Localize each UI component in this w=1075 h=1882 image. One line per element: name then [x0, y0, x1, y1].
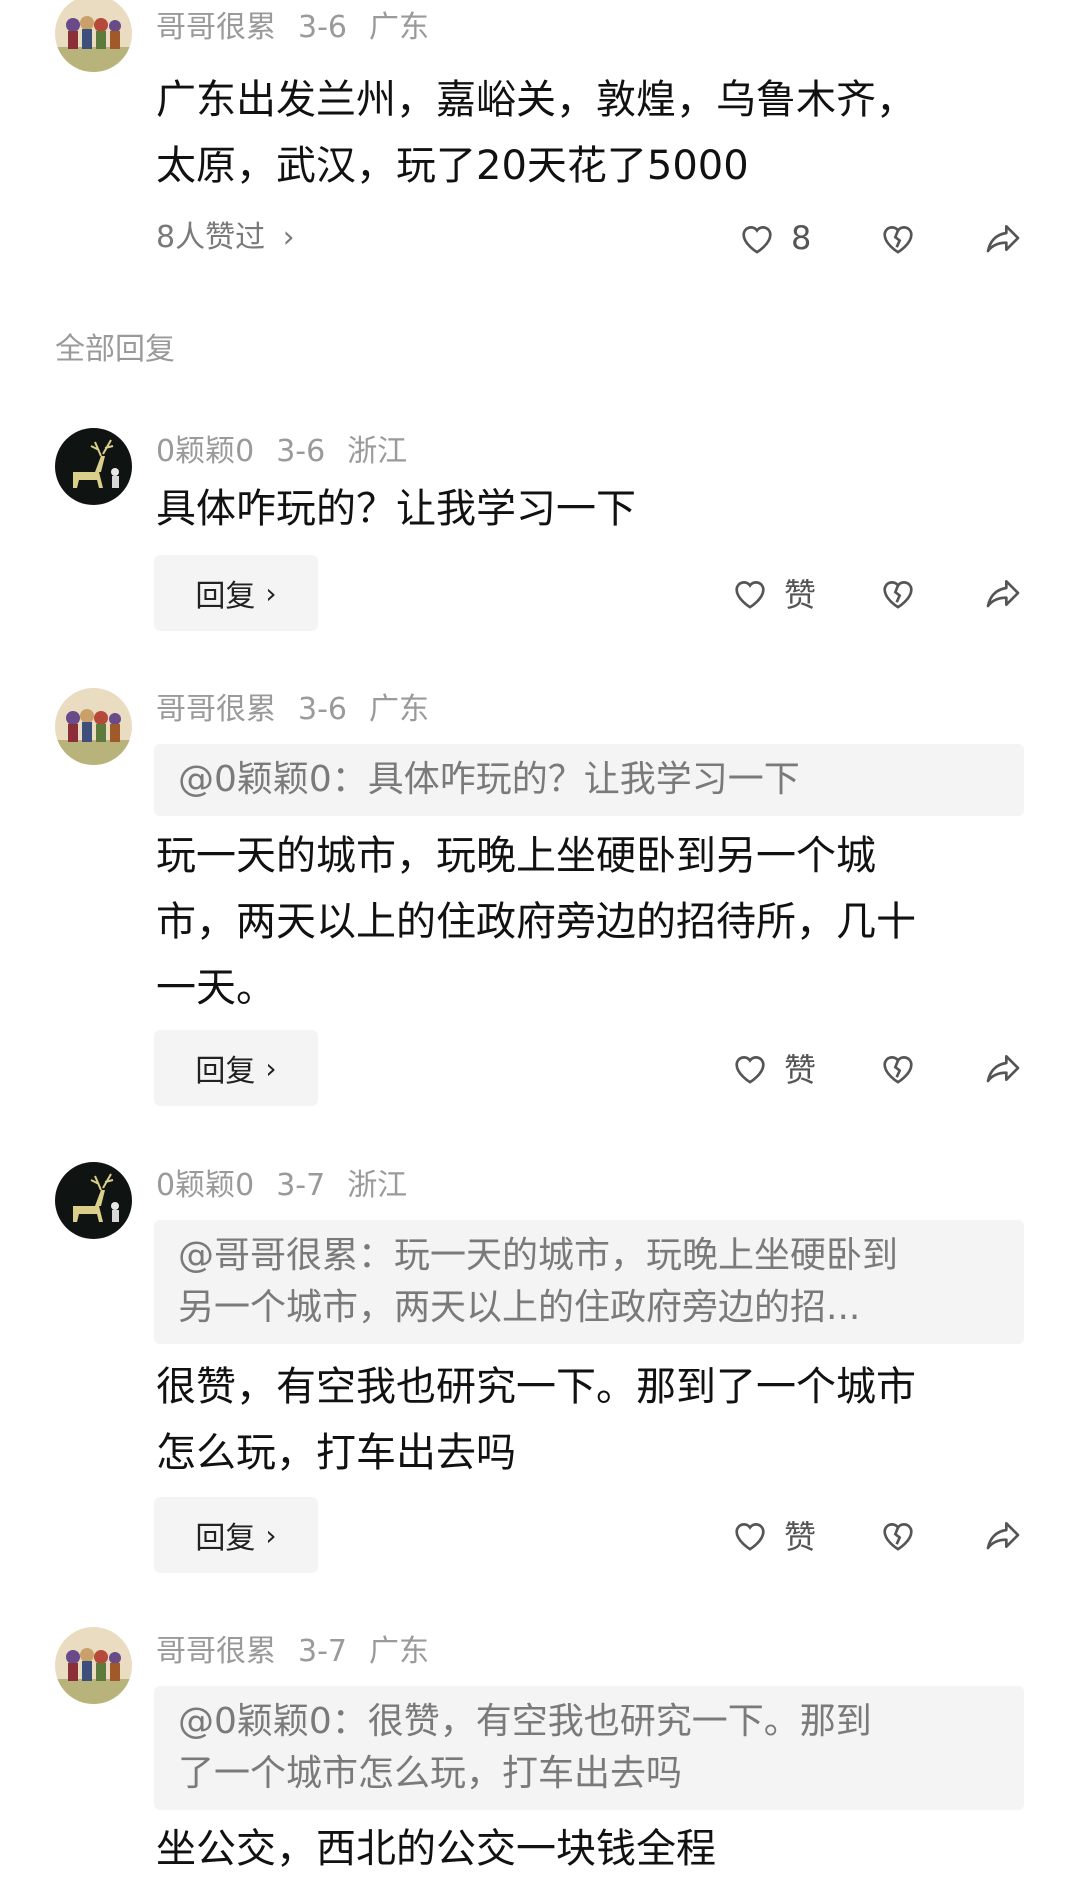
group-illustration-avatar[interactable] — [55, 1627, 132, 1704]
broken-heart-icon — [878, 1515, 918, 1555]
heart-outline-icon — [737, 218, 777, 258]
comment-actions: 赞 — [730, 563, 1030, 623]
comment-text: 玩一天的城市，玩晚上坐硬卧到另一个城 市，两天以上的住政府旁边的招待所，几十 一… — [156, 823, 1016, 1021]
deer-illustration-avatar[interactable] — [55, 428, 132, 505]
comment-date: 3-6 — [276, 434, 326, 469]
comment-location: 广东 — [369, 10, 429, 45]
like-label: 赞 — [784, 1051, 817, 1089]
comment-text-line: 具体咋玩的？让我学习一下 — [156, 486, 636, 532]
quoted-reply: @0颖颖0：具体咋玩的？让我学习一下 — [154, 744, 1024, 816]
broken-heart-icon — [878, 1048, 918, 1088]
comment-text-line: 很赞，有空我也研究一下。那到了一个城市 — [156, 1364, 916, 1410]
broken-heart-icon — [878, 218, 918, 258]
like-label: 赞 — [784, 1518, 817, 1556]
like-button[interactable]: 赞 — [730, 1038, 816, 1098]
comment-meta: 哥哥很累 3-6 广东 — [156, 8, 451, 48]
username[interactable]: 哥哥很累 — [156, 10, 276, 45]
dislike-button[interactable] — [878, 1038, 918, 1098]
quote-line: @0颖颖0：具体咋玩的？让我学习一下 — [178, 759, 800, 800]
share-button[interactable] — [982, 563, 1024, 623]
share-button[interactable] — [982, 1505, 1024, 1565]
comment-text: 坐公交，西北的公交一块钱全程 — [156, 1816, 1016, 1882]
share-arrow-icon — [982, 218, 1024, 258]
heart-outline-icon — [730, 573, 770, 613]
reply-button-label: 回复 — [195, 1054, 256, 1089]
comment-text-line: 玩一天的城市，玩晚上坐硬卧到另一个城 — [156, 833, 876, 879]
comment-location: 广东 — [369, 692, 429, 727]
likes-link[interactable]: 8人赞过 › — [156, 218, 295, 258]
like-label: 赞 — [784, 576, 817, 614]
like-button[interactable]: 赞 — [730, 1505, 816, 1565]
comment-text-line: 一天。 — [156, 965, 276, 1011]
comment-actions: 赞 — [730, 1505, 1030, 1565]
share-arrow-icon — [982, 1515, 1024, 1555]
quoted-reply: @哥哥很累：玩一天的城市，玩晚上坐硬卧到 另一个城市，两天以上的住政府旁边的招.… — [154, 1220, 1024, 1344]
chevron-right-icon: › — [282, 220, 295, 255]
share-arrow-icon — [982, 1048, 1024, 1088]
reply-button[interactable]: 回复 › — [154, 555, 318, 631]
username[interactable]: 0颖颖0 — [156, 434, 254, 469]
dislike-button[interactable] — [878, 208, 918, 268]
likes-link-label: 8人赞过 — [156, 220, 266, 255]
comment-date: 3-7 — [276, 1168, 326, 1203]
username[interactable]: 0颖颖0 — [156, 1168, 254, 1203]
username[interactable]: 哥哥很累 — [156, 1634, 276, 1669]
quoted-reply: @0颖颖0：很赞，有空我也研究一下。那到 了一个城市怎么玩，打车出去吗 — [154, 1686, 1024, 1810]
comment-location: 浙江 — [347, 434, 408, 469]
reply-button-label: 回复 — [195, 1521, 256, 1556]
chevron-right-icon: › — [265, 1051, 277, 1085]
comment-text-line: 广东出发兰州，嘉峪关，敦煌，乌鲁木齐， — [156, 77, 916, 123]
comment-text: 很赞，有空我也研究一下。那到了一个城市 怎么玩，打车出去吗 — [156, 1354, 1016, 1486]
comment-text: 具体咋玩的？让我学习一下 — [156, 476, 1016, 542]
all-replies-label: 全部回复 — [55, 332, 175, 367]
share-arrow-icon — [982, 573, 1024, 613]
comment-meta: 哥哥很累 3-6 广东 — [156, 690, 451, 730]
group-illustration-avatar[interactable] — [55, 0, 132, 72]
comment-text-line: 太原，武汉，玩了20天花了5000 — [156, 143, 749, 189]
heart-outline-icon — [730, 1515, 770, 1555]
comment-actions: 8 — [730, 208, 1030, 268]
broken-heart-icon — [878, 573, 918, 613]
share-button[interactable] — [982, 208, 1024, 268]
deer-illustration-avatar[interactable] — [55, 1162, 132, 1239]
comment-meta: 0颖颖0 3-7 浙江 — [156, 1166, 429, 1206]
quote-line: 了一个城市怎么玩，打车出去吗 — [178, 1753, 683, 1794]
share-button[interactable] — [982, 1038, 1024, 1098]
comment-date: 3-6 — [298, 692, 347, 727]
comment-location: 广东 — [369, 1634, 429, 1669]
username[interactable]: 哥哥很累 — [156, 692, 276, 727]
quote-line: @0颖颖0：很赞，有空我也研究一下。那到 — [178, 1701, 872, 1742]
comment-meta: 哥哥很累 3-7 广东 — [156, 1632, 451, 1672]
chevron-right-icon: › — [265, 1518, 277, 1552]
comment-meta: 0颖颖0 3-6 浙江 — [156, 432, 429, 472]
reply-button[interactable]: 回复 › — [154, 1497, 318, 1573]
dislike-button[interactable] — [878, 1505, 918, 1565]
comment-actions: 赞 — [730, 1038, 1030, 1098]
like-button[interactable]: 8 — [737, 208, 811, 268]
reply-button-label: 回复 — [195, 579, 256, 614]
chevron-right-icon: › — [265, 576, 277, 610]
comment-date: 3-7 — [298, 1634, 347, 1669]
comment-text-line: 坐公交，西北的公交一块钱全程 — [156, 1826, 716, 1872]
comment-text-line: 怎么玩，打车出去吗 — [156, 1430, 516, 1476]
like-count: 8 — [791, 219, 812, 257]
quote-line: @哥哥很累：玩一天的城市，玩晚上坐硬卧到 — [178, 1235, 899, 1276]
group-illustration-avatar[interactable] — [55, 688, 132, 765]
dislike-button[interactable] — [878, 563, 918, 623]
quote-line: 另一个城市，两天以上的住政府旁边的招... — [178, 1287, 861, 1328]
reply-button[interactable]: 回复 › — [154, 1030, 318, 1106]
comment-text-line: 市，两天以上的住政府旁边的招待所，几十 — [156, 899, 916, 945]
comment-text: 广东出发兰州，嘉峪关，敦煌，乌鲁木齐， 太原，武汉，玩了20天花了5000 — [156, 67, 1016, 199]
comment-location: 浙江 — [347, 1168, 408, 1203]
like-button[interactable]: 赞 — [730, 563, 816, 623]
comment-date: 3-6 — [298, 10, 347, 45]
heart-outline-icon — [730, 1048, 770, 1088]
